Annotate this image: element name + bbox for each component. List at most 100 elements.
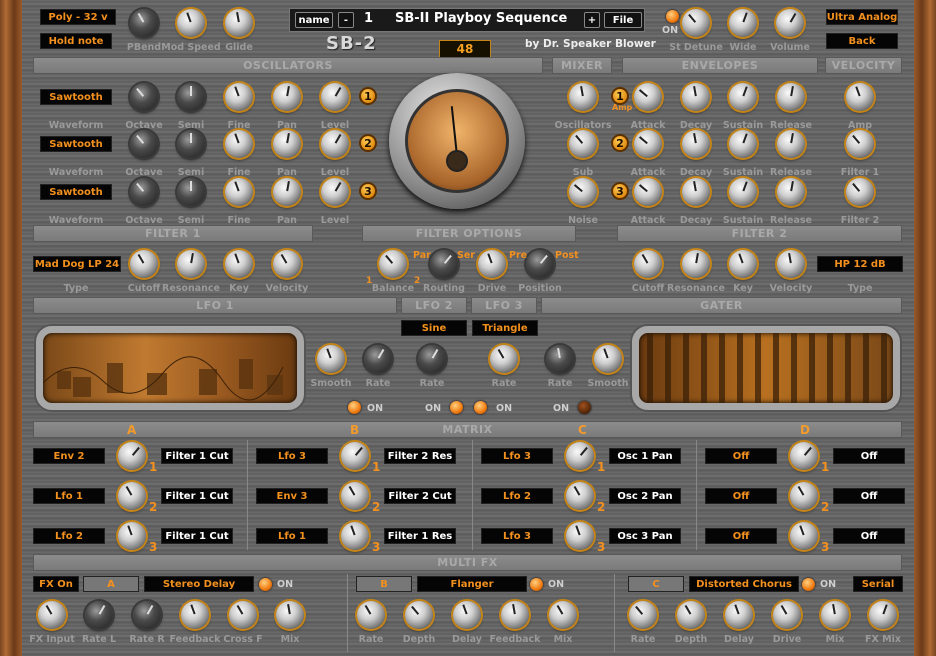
file-button[interactable]: File	[604, 12, 642, 28]
env2-attack-knob[interactable]	[634, 130, 662, 158]
matrix-b3-destination[interactable]: Filter 1 Res	[384, 528, 456, 544]
glide-knob[interactable]	[225, 9, 253, 37]
matrix-c2-source[interactable]: Lfo 2	[481, 488, 553, 504]
env2-decay-knob[interactable]	[682, 130, 710, 158]
ultra-analog-display[interactable]: Ultra Analog	[826, 9, 898, 25]
filter2-type-display[interactable]: HP 12 dB	[817, 256, 903, 272]
osc1-fine-knob[interactable]	[225, 83, 253, 111]
fx-c-delay-knob[interactable]	[725, 601, 753, 629]
fx-serial-display[interactable]: Serial	[853, 576, 903, 592]
mixer-sub-knob[interactable]	[569, 130, 597, 158]
filter1-cutoff-knob[interactable]	[130, 250, 158, 278]
osc2-number-badge[interactable]: 2	[359, 134, 377, 152]
wide-knob[interactable]	[729, 9, 757, 37]
env2-release-knob[interactable]	[777, 130, 805, 158]
volume-knob[interactable]	[776, 9, 804, 37]
matrix-b3-source[interactable]: Lfo 1	[256, 528, 328, 544]
gater-on-led[interactable]	[578, 401, 591, 414]
matrix-d3-destination[interactable]: Off	[833, 528, 905, 544]
st-detune-knob[interactable]	[682, 9, 710, 37]
env1-decay-knob[interactable]	[682, 83, 710, 111]
matrix-a3-destination[interactable]: Filter 1 Cut	[161, 528, 233, 544]
fx-c-type-display[interactable]: Distorted Chorus	[689, 576, 799, 592]
env1-release-knob[interactable]	[777, 83, 805, 111]
fx-a-rate-r-knob[interactable]	[133, 601, 161, 629]
routing-knob[interactable]	[430, 250, 458, 278]
osc2-fine-knob[interactable]	[225, 130, 253, 158]
matrix-c1-source[interactable]: Lfo 3	[481, 448, 553, 464]
matrix-c1-destination[interactable]: Osc 1 Pan	[609, 448, 681, 464]
matrix-b2-destination[interactable]: Filter 2 Cut	[384, 488, 456, 504]
osc1-level-knob[interactable]	[321, 83, 349, 111]
matrix-a3-amount-knob[interactable]	[118, 522, 146, 550]
hold-note-display[interactable]: Hold note	[40, 33, 112, 49]
osc2-level-knob[interactable]	[321, 130, 349, 158]
velocity-filter2-knob[interactable]	[846, 178, 874, 206]
lfo3-on-led[interactable]	[474, 401, 487, 414]
filter2-velocity-knob[interactable]	[777, 250, 805, 278]
osc2-pan-knob[interactable]	[273, 130, 301, 158]
fx-c-fx-mix-knob[interactable]	[869, 601, 897, 629]
filter1-key-knob[interactable]	[225, 250, 253, 278]
next-patch-button[interactable]: +	[584, 12, 600, 28]
env1-attack-knob[interactable]	[634, 83, 662, 111]
matrix-d3-amount-knob[interactable]	[790, 522, 818, 550]
env3-attack-knob[interactable]	[634, 178, 662, 206]
osc1-number-badge[interactable]: 1	[359, 87, 377, 105]
fx-a-input-knob[interactable]	[38, 601, 66, 629]
lfo2-on-led[interactable]	[450, 401, 463, 414]
fx-c-drive-knob[interactable]	[773, 601, 801, 629]
osc3-waveform-display[interactable]: Sawtooth	[40, 184, 112, 200]
matrix-a3-source[interactable]: Lfo 2	[33, 528, 105, 544]
osc3-fine-knob[interactable]	[225, 178, 253, 206]
filter2-resonance-knob[interactable]	[682, 250, 710, 278]
matrix-c3-amount-knob[interactable]	[566, 522, 594, 550]
back-display[interactable]: Back	[826, 33, 898, 49]
osc3-pan-knob[interactable]	[273, 178, 301, 206]
matrix-d2-source[interactable]: Off	[705, 488, 777, 504]
gater-smooth-knob[interactable]	[594, 345, 622, 373]
fx-a-cross-f-knob[interactable]	[229, 601, 257, 629]
osc1-pan-knob[interactable]	[273, 83, 301, 111]
env3-release-knob[interactable]	[777, 178, 805, 206]
pbend-knob[interactable]	[130, 9, 158, 37]
mixer-noise-knob[interactable]	[569, 178, 597, 206]
lfo3-wave-display[interactable]: Triangle	[472, 320, 538, 336]
name-button[interactable]: name	[295, 12, 333, 28]
matrix-d3-source[interactable]: Off	[705, 528, 777, 544]
osc3-number-badge[interactable]: 3	[359, 182, 377, 200]
filter1-type-display[interactable]: Mad Dog LP 24	[33, 256, 121, 272]
env2-number-badge[interactable]: 2	[611, 134, 629, 152]
velocity-amp-knob[interactable]	[846, 83, 874, 111]
matrix-c2-destination[interactable]: Osc 2 Pan	[609, 488, 681, 504]
lfo2-rate-knob[interactable]	[418, 345, 446, 373]
mixer-oscillators-knob[interactable]	[569, 83, 597, 111]
fx-c-on-led[interactable]	[802, 578, 815, 591]
matrix-c3-source[interactable]: Lfo 3	[481, 528, 553, 544]
env3-decay-knob[interactable]	[682, 178, 710, 206]
filter2-cutoff-knob[interactable]	[634, 250, 662, 278]
filter1-resonance-knob[interactable]	[177, 250, 205, 278]
matrix-a2-amount-knob[interactable]	[118, 482, 146, 510]
env3-number-badge[interactable]: 3	[611, 182, 629, 200]
fx-c-rate-knob[interactable]	[629, 601, 657, 629]
fx-b-depth-knob[interactable]	[405, 601, 433, 629]
velocity-filter1-knob[interactable]	[846, 130, 874, 158]
lfo1-rate-knob[interactable]	[364, 345, 392, 373]
fx-a-type-display[interactable]: Stereo Delay	[144, 576, 254, 592]
osc3-level-knob[interactable]	[321, 178, 349, 206]
env2-sustain-knob[interactable]	[729, 130, 757, 158]
matrix-a2-destination[interactable]: Filter 1 Cut	[161, 488, 233, 504]
matrix-b1-source[interactable]: Lfo 3	[256, 448, 328, 464]
fx-b-on-led[interactable]	[530, 578, 543, 591]
osc2-octave-knob[interactable]	[130, 130, 158, 158]
lfo1-smooth-knob[interactable]	[317, 345, 345, 373]
mod-speed-knob[interactable]	[177, 9, 205, 37]
matrix-b2-source[interactable]: Env 3	[256, 488, 328, 504]
drive-knob[interactable]	[478, 250, 506, 278]
matrix-d1-destination[interactable]: Off	[833, 448, 905, 464]
matrix-d2-destination[interactable]: Off	[833, 488, 905, 504]
position-knob[interactable]	[526, 250, 554, 278]
lfo1-on-led[interactable]	[348, 401, 361, 414]
fx-a-rate-l-knob[interactable]	[85, 601, 113, 629]
